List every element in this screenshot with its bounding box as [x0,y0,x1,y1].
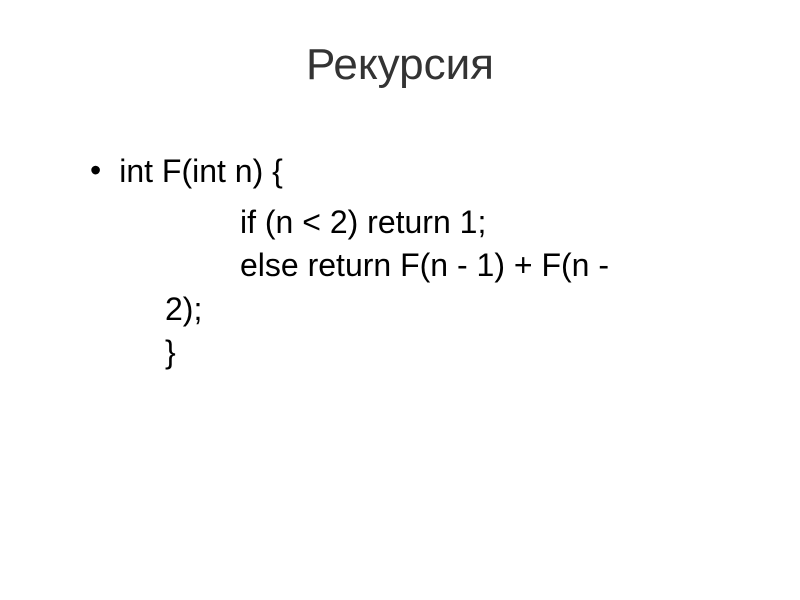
code-text: int F(int n) { [119,150,283,193]
code-line-2: if (n < 2) return 1; [90,201,740,244]
code-line-3: else return F(n - 1) + F(n - [90,244,740,287]
code-line-4: } [90,331,740,374]
code-line-3b: 2); [90,288,740,331]
code-line-1: • int F(int n) { [90,150,740,193]
slide-container: Рекурсия • int F(int n) { if (n < 2) ret… [0,0,800,600]
bullet-icon: • [90,150,101,192]
slide-title: Рекурсия [60,40,740,90]
slide-content: • int F(int n) { if (n < 2) return 1; el… [60,150,740,374]
